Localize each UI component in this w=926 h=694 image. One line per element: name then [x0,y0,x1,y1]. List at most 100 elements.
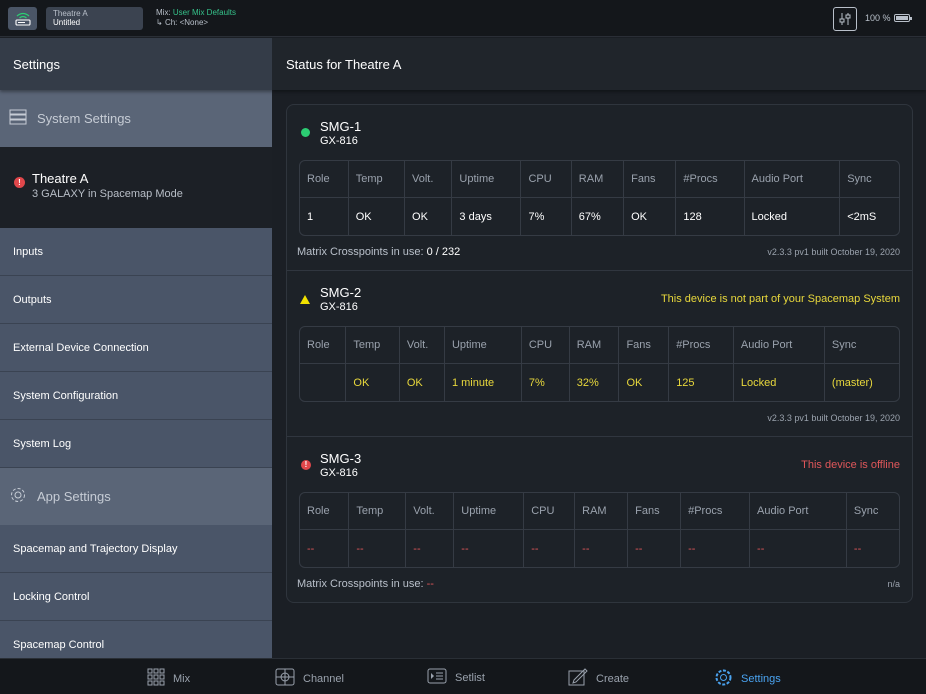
tab-setlist[interactable]: Setlist [427,668,485,687]
status-panel: SMG-1 GX-816 Role Temp Volt. Uptime CPU … [286,104,913,603]
device-name: SMG-3 [320,451,362,466]
cell-volt: OK [398,364,444,401]
column-header: RAM [568,327,619,364]
device-name: Theatre A [32,171,89,186]
column-header: Fans [618,327,669,364]
cell-role [300,364,345,401]
cell-volt: -- [405,530,453,567]
column-header: Volt. [398,327,444,364]
build-info: v2.3.3 pv1 built October 19, 2020 [767,247,900,257]
tab-label: Mix [173,672,191,685]
sidebar-item-spacemap-control[interactable]: Spacemap Control [0,621,272,658]
sidebar-item-locking-control[interactable]: Locking Control [0,573,272,621]
grid-icon [147,668,165,689]
battery-status: 100 % [865,13,912,23]
error-icon: ! [14,177,25,188]
cell-procs: 125 [668,364,733,401]
cell-sync: <2mS [839,198,899,235]
column-header: Uptime [453,493,524,530]
table-header-row: Role Temp Volt. Uptime CPU RAM Fans #Pro… [300,493,899,530]
status-table: Role Temp Volt. Uptime CPU RAM Fans #Pro… [299,326,900,402]
column-header: Uptime [443,327,521,364]
sidebar-item-spacemap-trajectory-display[interactable]: Spacemap and Trajectory Display [0,525,272,573]
column-header: Fans [623,161,676,198]
tab-label: Channel [303,672,344,685]
bottom-nav: Mix Channel Setlist Create Settings [0,658,926,694]
column-header: Sync [845,493,899,530]
column-header: RAM [570,161,624,198]
tab-create[interactable]: Create [568,668,629,689]
cell-procs: -- [680,530,749,567]
show-selector[interactable]: Theatre A Untitled [46,7,143,30]
column-header: #Procs [680,493,750,530]
wifi-device-icon[interactable] [8,7,37,30]
device-subtitle: 3 GALAXY in Spacemap Mode [32,188,183,200]
column-header: CPU [520,327,569,364]
cell-audio-port: -- [749,530,846,567]
cell-fans: -- [627,530,680,567]
status-ok-icon [301,128,310,137]
system-settings-section: System Settings [0,90,272,147]
column-header: #Procs [668,327,733,364]
sidebar-item-system-configuration[interactable]: System Configuration [0,372,272,420]
device-model: GX-816 [320,301,358,313]
column-header: Audio Port [749,493,846,530]
column-header: Role [300,493,349,530]
cell-uptime: 1 minute [443,364,521,401]
column-header: Audio Port [743,161,840,198]
tab-label: Setlist [455,671,485,684]
device-card-smg-2: SMG-2 GX-816 This device is not part of … [287,271,912,437]
crosspoints-info: Matrix Crosspoints in use: 0 / 232 [297,246,460,258]
edit-icon [568,668,588,689]
crosspoints-label: Matrix Crosspoints in use: [297,246,424,258]
list-play-icon [427,668,447,687]
page-title: Status for Theatre A [272,38,926,90]
sidebar-item-external-device-connection[interactable]: External Device Connection [0,324,272,372]
cell-cpu: 7% [520,198,570,235]
cell-ram: 32% [568,364,619,401]
tab-label: Settings [741,673,781,685]
column-header: Uptime [451,161,521,198]
sidebar-item-outputs[interactable]: Outputs [0,276,272,324]
column-header: Temp [347,161,405,198]
device-offline-message: This device is offline [801,459,900,471]
cell-sync: (master) [823,364,899,401]
sliders-icon[interactable] [833,7,857,31]
table-row: OK OK 1 minute 7% 32% OK 125 Locked (mas… [300,364,899,401]
column-header: Audio Port [732,327,824,364]
column-header: Temp [345,327,399,364]
device-name: SMG-1 [320,119,362,134]
crosspoints-value: 0 / 232 [426,246,461,258]
device-card-smg-3: ! SMG-3 GX-816 This device is offline Ro… [287,437,912,603]
cell-fans: OK [618,364,668,401]
cell-role: -- [307,542,315,555]
table-header-row: Role Temp Volt. Uptime CPU RAM Fans #Pro… [300,327,899,364]
crosspoints-label: Matrix Crosspoints in use: [297,578,424,590]
cell-uptime: -- [453,530,523,567]
channel-line: Ch: <None> [164,18,209,27]
tab-mix[interactable]: Mix [147,668,190,689]
sidebar-header: Settings [0,38,272,90]
crosspoints-value: -- [426,578,434,590]
return-arrow-icon: ↳ [156,18,163,27]
battery-text: 100 % [865,13,891,23]
device-warning-message: This device is not part of your Spacemap… [660,293,900,305]
cell-temp: -- [348,530,405,567]
column-header: Sync [823,327,899,364]
mix-info[interactable]: Mix: User Mix Defaults ↳ Ch: <None> [156,8,236,28]
sidebar-item-system-log[interactable]: System Log [0,420,272,468]
crosspoints-info: Matrix Crosspoints in use: -- [297,578,434,590]
sidebar-item-inputs[interactable]: Inputs [0,228,272,276]
app-root: Theatre A Untitled Mix: User Mix Default… [0,0,926,694]
column-header: Role [300,327,346,364]
tab-channel[interactable]: Channel [275,668,344,689]
cell-volt: OK [404,198,451,235]
tab-settings[interactable]: Settings [714,668,781,690]
sidebar-item-theatre-a[interactable]: ! Theatre A 3 GALAXY in Spacemap Mode [0,147,272,228]
system-settings-label: System Settings [37,111,131,126]
app-settings-label: App Settings [37,489,111,504]
build-info: n/a [887,579,900,589]
cell-role: 1 [307,210,314,223]
cell-uptime: 3 days [451,198,520,235]
mix-name: User Mix Defaults [172,8,237,17]
